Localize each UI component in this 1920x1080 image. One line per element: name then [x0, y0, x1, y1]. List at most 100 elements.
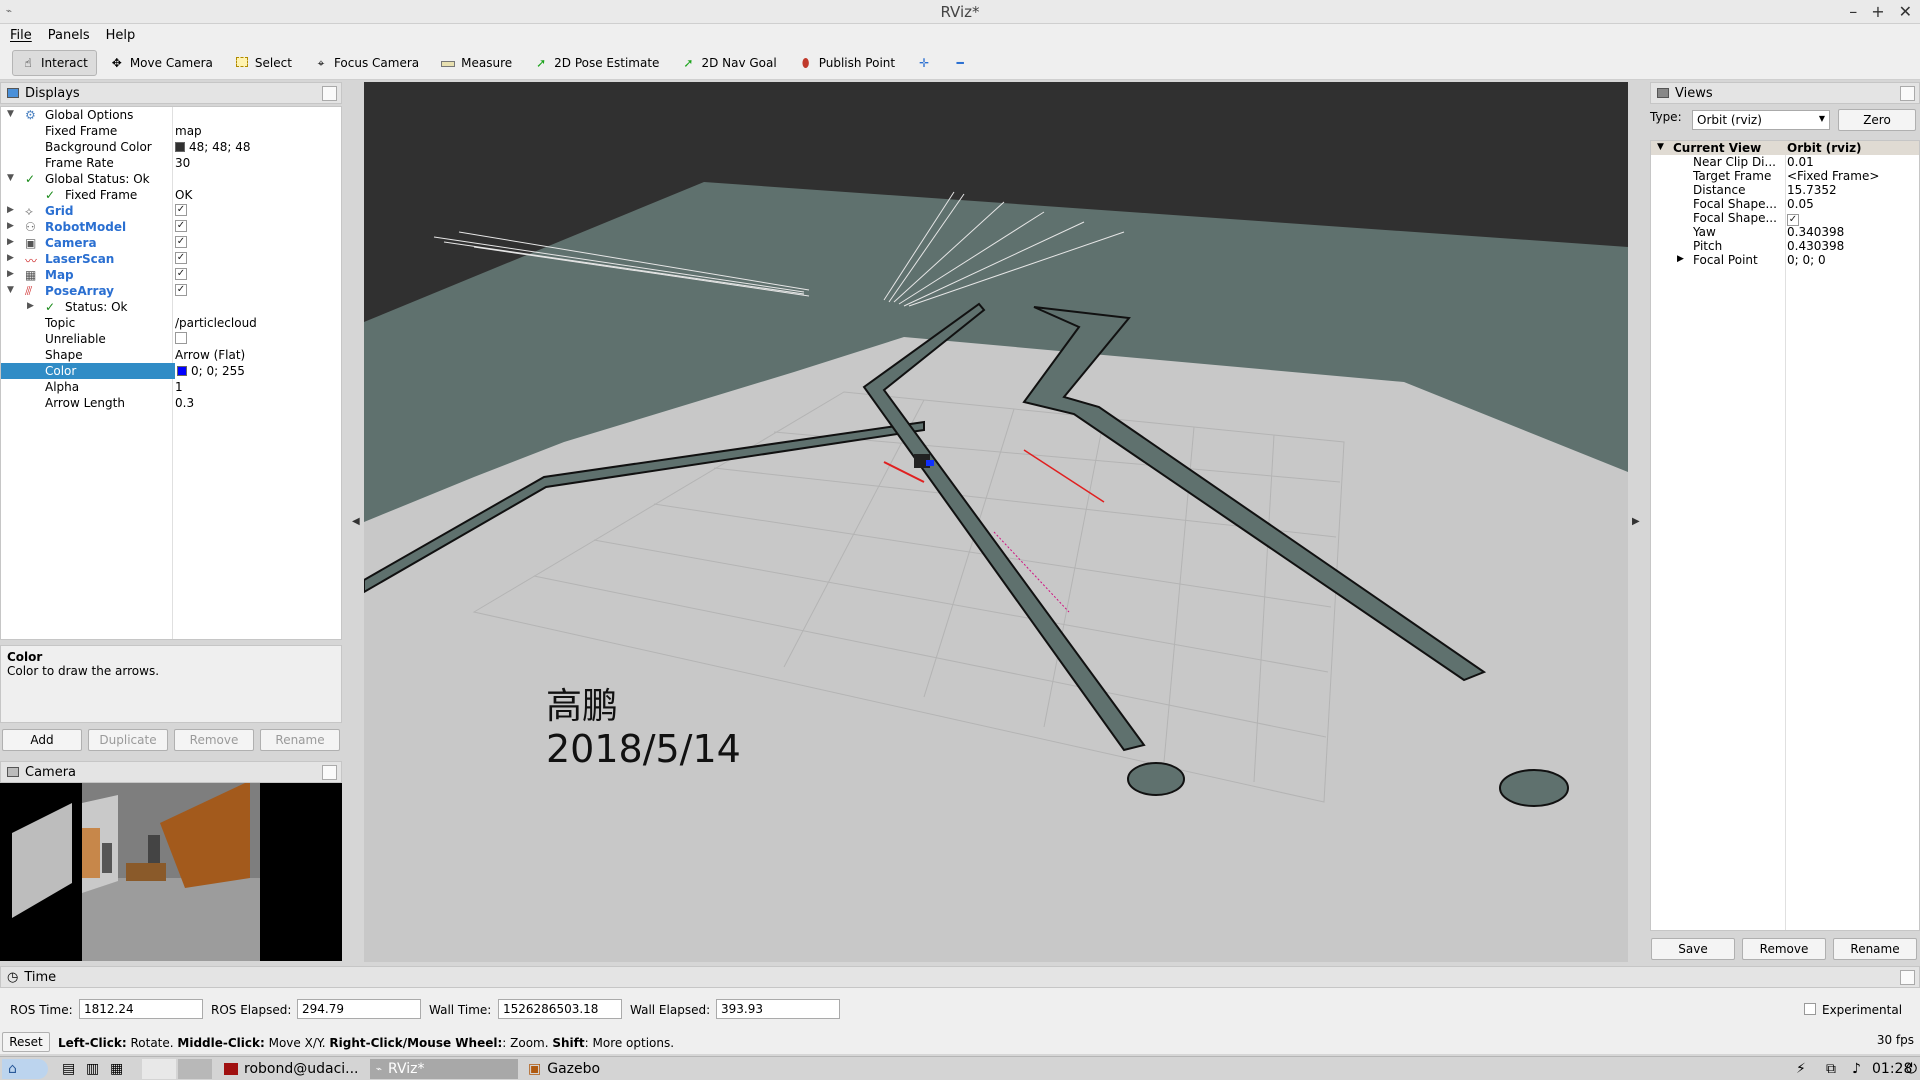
save-view-button[interactable]: Save [1651, 938, 1735, 960]
tree-row-grid[interactable]: ▶ ⟡ Grid ✓ [1, 203, 341, 219]
ros-elapsed-field[interactable]: 294.79 [297, 999, 421, 1019]
tree-row-alpha[interactable]: Alpha 1 [1, 379, 341, 395]
tree-row-fixed-frame[interactable]: Fixed Frame map [1, 123, 341, 139]
pose-estimate-tool-button[interactable]: ➚ 2D Pose Estimate [525, 50, 668, 76]
3d-render-viewport[interactable]: 高鹏 2018/5/14 [364, 82, 1628, 962]
pose-array-enabled-checkbox[interactable]: ✓ [175, 284, 187, 296]
tree-row-color[interactable]: Color 0; 0; 255 [1, 363, 341, 379]
minimize-button[interactable]: – [1849, 2, 1857, 21]
add-tool-button[interactable]: ✛ [908, 50, 940, 76]
taskbar-rviz-item[interactable]: ⌁ RViz* [370, 1059, 518, 1079]
collapse-right-arrow-icon[interactable]: ▶ [1632, 516, 1640, 527]
close-button[interactable]: ✕ [1899, 2, 1912, 21]
near-clip-value[interactable]: 0.01 [1787, 155, 1814, 169]
fixed-frame-value[interactable]: map [175, 124, 202, 138]
map-enabled-checkbox[interactable]: ✓ [175, 268, 187, 280]
tree-row-global-options[interactable]: ▼ ⚙ Global Options [1, 107, 341, 123]
power-icon[interactable]: ⏻ [1900, 1059, 1920, 1079]
rename-view-button[interactable]: Rename [1833, 938, 1917, 960]
tree-row-camera[interactable]: ▶ ▣ Camera ✓ [1, 235, 341, 251]
pitch-value[interactable]: 0.430398 [1787, 239, 1844, 253]
maximize-button[interactable]: + [1871, 2, 1884, 21]
workspace-1-icon[interactable] [142, 1059, 176, 1079]
tree-row-frame-rate[interactable]: Frame Rate 30 [1, 155, 341, 171]
tree-row-unreliable[interactable]: Unreliable [1, 331, 341, 347]
grid-enabled-checkbox[interactable]: ✓ [175, 204, 187, 216]
measure-tool-button[interactable]: Measure [432, 50, 521, 76]
laser-scan-enabled-checkbox[interactable]: ✓ [175, 252, 187, 264]
menu-file[interactable]: File [10, 28, 32, 43]
current-view-row[interactable]: ▼ Current View Orbit (rviz) [1651, 141, 1919, 155]
remove-view-button[interactable]: Remove [1742, 938, 1826, 960]
distance-row[interactable]: Distance 15.7352 [1651, 183, 1919, 197]
near-clip-row[interactable]: Near Clip Di... 0.01 [1651, 155, 1919, 169]
robot-model-enabled-checkbox[interactable]: ✓ [175, 220, 187, 232]
file-manager-icon[interactable]: ▥ [80, 1059, 105, 1079]
target-frame-value[interactable]: <Fixed Frame> [1787, 169, 1879, 183]
rename-display-button[interactable]: Rename [260, 729, 340, 751]
ros-time-field[interactable]: 1812.24 [79, 999, 203, 1019]
remove-tool-button[interactable]: ━ [944, 50, 976, 76]
experimental-checkbox[interactable] [1804, 1003, 1816, 1015]
color-value[interactable]: 0; 0; 255 [175, 363, 341, 379]
zero-view-button[interactable]: Zero [1838, 109, 1916, 131]
focal-shape-size-row[interactable]: Focal Shape... 0.05 [1651, 197, 1919, 211]
reset-button[interactable]: Reset [2, 1032, 50, 1052]
network-icon[interactable]: ⧉ [1820, 1059, 1842, 1079]
wall-elapsed-field[interactable]: 393.93 [716, 999, 840, 1019]
nav-goal-tool-button[interactable]: ➚ 2D Nav Goal [672, 50, 785, 76]
workspace-2-icon[interactable] [178, 1059, 212, 1079]
unreliable-checkbox[interactable] [175, 332, 187, 344]
distance-value[interactable]: 15.7352 [1787, 183, 1837, 197]
panel-undock-button[interactable] [322, 765, 337, 780]
arrow-length-value[interactable]: 0.3 [175, 396, 194, 410]
tree-row-laser-scan[interactable]: ▶ 〰 LaserScan ✓ [1, 251, 341, 268]
taskbar-terminal-item[interactable]: robond@udaci... [218, 1059, 368, 1079]
yaw-row[interactable]: Yaw 0.340398 [1651, 225, 1919, 239]
menu-panels[interactable]: Panels [48, 28, 90, 43]
power-plug-icon[interactable]: ⚡ [1790, 1059, 1812, 1079]
volume-icon[interactable]: ♪ [1846, 1059, 1867, 1079]
add-display-button[interactable]: Add [2, 729, 82, 751]
interact-tool-button[interactable]: ☝ Interact [12, 49, 97, 76]
wall-time-field[interactable]: 1526286503.18 [498, 999, 622, 1019]
menu-help[interactable]: Help [106, 28, 136, 43]
collapse-left-arrow-icon[interactable]: ◀ [352, 516, 360, 527]
background-color-value[interactable]: 48; 48; 48 [175, 140, 251, 154]
remove-display-button[interactable]: Remove [174, 729, 254, 751]
tree-row-robot-model[interactable]: ▶ ⚇ RobotModel ✓ [1, 219, 341, 235]
pitch-row[interactable]: Pitch 0.430398 [1651, 239, 1919, 253]
tree-row-arrow-length[interactable]: Arrow Length 0.3 [1, 395, 341, 411]
move-camera-tool-button[interactable]: ✥ Move Camera [101, 50, 222, 76]
topic-value[interactable]: /particlecloud [175, 316, 257, 330]
yaw-value[interactable]: 0.340398 [1787, 225, 1844, 239]
tree-row-pose-array[interactable]: ▼ ⫻ PoseArray ✓ [1, 283, 341, 299]
focal-shape-size-value[interactable]: 0.05 [1787, 197, 1814, 211]
view-type-dropdown[interactable]: Orbit (rviz) ▼ [1692, 110, 1830, 130]
target-frame-row[interactable]: Target Frame <Fixed Frame> [1651, 169, 1919, 183]
duplicate-display-button[interactable]: Duplicate [88, 729, 168, 751]
taskbar-gazebo-item[interactable]: ▣ Gazebo [522, 1059, 672, 1079]
focal-point-row[interactable]: ▶ Focal Point 0; 0; 0 [1651, 253, 1919, 267]
focal-shape-fixed-row[interactable]: Focal Shape... ✓ [1651, 211, 1919, 226]
alpha-value[interactable]: 1 [175, 380, 183, 394]
tree-row-background-color[interactable]: Background Color 48; 48; 48 [1, 139, 341, 155]
tree-row-pose-array-status[interactable]: ▶ ✓ Status: Ok [1, 299, 341, 315]
publish-point-tool-button[interactable]: ⬮ Publish Point [790, 50, 904, 76]
focus-camera-tool-button[interactable]: ⌖ Focus Camera [305, 50, 428, 76]
shape-value[interactable]: Arrow (Flat) [175, 348, 245, 362]
browser-icon[interactable]: ▦ [104, 1059, 129, 1079]
desktop-icon[interactable]: ▤ [56, 1059, 81, 1079]
tree-row-status-fixed-frame[interactable]: ✓ Fixed Frame OK [1, 187, 341, 203]
tree-row-map[interactable]: ▶ ▦ Map ✓ [1, 267, 341, 283]
panel-undock-button[interactable] [322, 86, 337, 101]
panel-undock-button[interactable] [1900, 86, 1915, 101]
frame-rate-value[interactable]: 30 [175, 156, 190, 170]
panel-undock-button[interactable] [1900, 970, 1915, 985]
start-menu-button[interactable]: ⌂ [2, 1059, 48, 1079]
tree-row-topic[interactable]: Topic /particlecloud [1, 315, 341, 331]
tree-row-global-status[interactable]: ▼ ✓ Global Status: Ok [1, 171, 341, 187]
select-tool-button[interactable]: Select [226, 50, 301, 76]
tree-row-shape[interactable]: Shape Arrow (Flat) [1, 347, 341, 363]
focal-point-value[interactable]: 0; 0; 0 [1787, 253, 1826, 267]
